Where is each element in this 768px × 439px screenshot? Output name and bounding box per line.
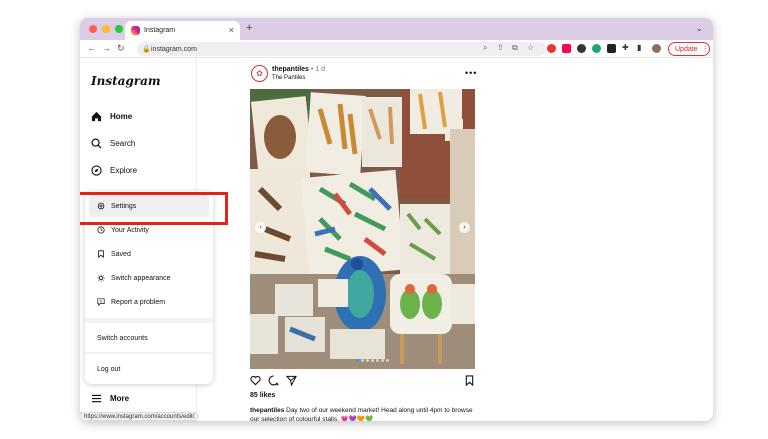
post-caption: thepantiles Day two of our weekend marke… [250, 406, 475, 421]
sidebar-item-explore[interactable]: Explore [91, 165, 137, 176]
url-text: instagram.com [151, 45, 197, 53]
menu-item-switch-accounts[interactable]: Switch accounts [89, 326, 209, 350]
sidebar-item-more[interactable]: More [91, 393, 129, 404]
tab-instagram[interactable]: Instagram × [125, 21, 240, 40]
install-icon[interactable]: ⧉ [512, 43, 518, 53]
page-content: Instagram Home Search Explore More https… [80, 58, 713, 421]
compass-icon [91, 165, 102, 176]
tab-title: Instagram [144, 27, 176, 34]
sidebar-item-label: Explore [110, 166, 138, 175]
sidebar-item-search[interactable]: Search [91, 138, 135, 149]
close-window-button[interactable] [89, 25, 97, 33]
sidebar-item-label: More [110, 394, 130, 403]
post-time: • 1 d [310, 66, 326, 73]
minimize-window-button[interactable] [102, 25, 110, 33]
extension-green-icon[interactable] [592, 44, 601, 53]
menu-item-report-problem[interactable]: Report a problem [89, 291, 209, 313]
maximize-window-button[interactable] [115, 25, 123, 33]
zoom-icon[interactable]: ⌕ [483, 43, 487, 53]
carousel-next-button[interactable]: › [459, 222, 470, 233]
heart-icon[interactable] [250, 375, 261, 386]
post-location[interactable]: The Pantiles [272, 75, 305, 81]
post-username-row: thepantiles • 1 d [272, 66, 325, 73]
tab-bar: Instagram × + ⌄ [80, 18, 713, 40]
menu-divider [85, 352, 213, 354]
sidebar-item-label: Search [110, 139, 136, 148]
menu-item-label: Switch accounts [97, 334, 148, 342]
side-panel-icon[interactable]: ▮ [637, 43, 641, 52]
instagram-favicon-icon [131, 26, 140, 35]
menu-item-label: Log out [97, 365, 121, 373]
menu-item-label: Report a problem [111, 298, 166, 306]
carousel-indicator [356, 359, 389, 362]
extensions-puzzle-icon[interactable]: ✚ [622, 43, 629, 52]
share-icon[interactable]: ⇧ [497, 43, 504, 52]
likes-count[interactable]: 85 likes [250, 392, 275, 399]
search-icon [91, 138, 102, 149]
feed-post: ✿ thepantiles • 1 d The Pantiles ••• ‹ ›… [250, 58, 477, 421]
caption-username[interactable]: thepantiles [250, 407, 284, 414]
post-image[interactable]: ‹ › [250, 89, 475, 369]
alert-icon [97, 298, 105, 306]
menu-item-switch-appearance[interactable]: Switch appearance [89, 267, 209, 289]
hamburger-icon [91, 394, 102, 403]
menu-divider [85, 318, 213, 323]
save-bookmark-icon[interactable] [464, 375, 475, 386]
star-icon[interactable]: ☆ [527, 43, 534, 52]
window-controls [89, 25, 123, 33]
post-options-icon[interactable]: ••• [465, 68, 477, 78]
tab-search-chevron-icon[interactable]: ⌄ [695, 23, 703, 34]
extension-box-icon[interactable] [607, 44, 616, 53]
sidebar-item-home[interactable]: Home [91, 111, 132, 122]
sidebar-item-label: Home [110, 112, 133, 121]
menu-item-label: Your Activity [111, 226, 149, 234]
menu-item-label: Saved [111, 250, 131, 258]
reload-icon[interactable]: ↻ [117, 43, 125, 54]
post-avatar[interactable]: ✿ [251, 65, 268, 82]
share-post-icon[interactable] [286, 375, 297, 386]
browser-toolbar: ← → ↻ 🔒 instagram.com ⌕ ⇧ ⧉ ☆ ✚ ▮ Update… [80, 40, 713, 58]
browser-window: Instagram × + ⌄ ← → ↻ 🔒 instagram.com ⌕ … [80, 18, 713, 421]
lock-icon: 🔒 [142, 46, 151, 53]
status-bar-url: https://www.instagram.com/accounts/edit/ [80, 412, 199, 421]
close-tab-icon[interactable]: × [229, 25, 234, 35]
carousel-prev-button[interactable]: ‹ [255, 222, 266, 233]
extension-dark-icon[interactable] [577, 44, 586, 53]
comment-icon[interactable] [268, 375, 279, 386]
instagram-logo[interactable]: Instagram [91, 74, 161, 88]
forward-icon[interactable]: → [102, 43, 111, 53]
caption-text: Day two of our weekend market! Head alon… [250, 407, 473, 421]
post-actions [250, 375, 475, 387]
post-username[interactable]: thepantiles [272, 66, 309, 73]
menu-item-log-out[interactable]: Log out [89, 357, 209, 381]
extension-red-icon[interactable] [547, 44, 556, 53]
home-icon [91, 111, 102, 122]
sun-icon [97, 274, 105, 282]
highlight-box [80, 192, 228, 225]
update-button[interactable]: Update ⋮ [668, 42, 710, 56]
market-stall-image [250, 89, 475, 369]
bookmark-icon [98, 250, 104, 258]
kebab-menu-icon: ⋮ [701, 46, 709, 53]
menu-item-label: Switch appearance [111, 274, 171, 282]
extension-tp-icon[interactable] [562, 44, 571, 53]
activity-icon [97, 226, 105, 234]
menu-item-saved[interactable]: Saved [89, 243, 209, 265]
profile-avatar-icon[interactable] [652, 44, 661, 53]
update-label: Update [675, 45, 698, 53]
back-icon[interactable]: ← [87, 43, 96, 53]
new-tab-button[interactable]: + [246, 22, 252, 34]
